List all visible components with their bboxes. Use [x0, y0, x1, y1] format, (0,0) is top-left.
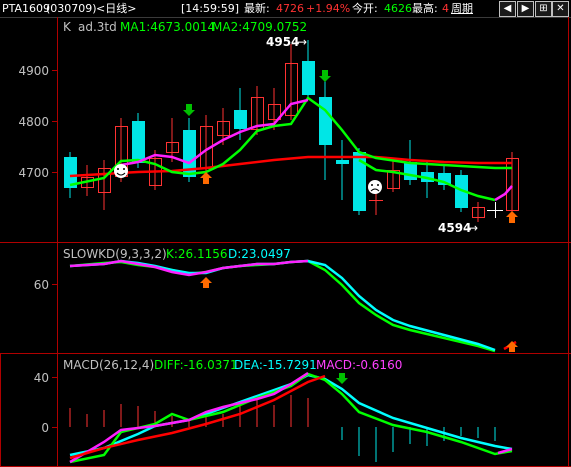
ma1-line-early	[120, 98, 309, 167]
macd-y-tick-0: 0	[41, 421, 49, 435]
down-arrow-signal-icon	[319, 70, 331, 82]
up-arrow-signal-icon	[506, 211, 518, 223]
macd-title: MACD(26,12,4) DIFF:-16.0371 DEA:-15.7291…	[63, 358, 402, 372]
macd-y-axis: 40 0	[34, 371, 57, 435]
frown-face-icon	[368, 180, 382, 194]
y-tick-4900: 4900	[18, 64, 49, 78]
candlesticks	[64, 40, 519, 222]
main-title: K ad.3td MA1:4673.0014 MA2:4709.0752	[63, 20, 307, 34]
crosshair-icon	[487, 202, 503, 218]
kd-k-line	[69, 259, 496, 353]
high-marker-arrow: →	[297, 35, 307, 49]
kd-d-line	[69, 259, 496, 352]
main-y-axis: 4900 4800 4700	[18, 64, 57, 180]
kd-y-tick-60: 60	[34, 278, 49, 292]
y-tick-4800: 4800	[18, 115, 49, 129]
down-arrow-signal-icon	[183, 104, 195, 116]
macd-y-tick-40: 40	[34, 371, 49, 385]
smile-face-icon	[114, 164, 128, 178]
chart-area[interactable]: 4900 4800 4700 60 40 0 K ad.3td MA1:4673…	[0, 0, 571, 467]
down-arrow-signal-icon	[336, 373, 348, 384]
low-price-marker: 4594	[438, 221, 471, 235]
low-marker-arrow: →	[468, 221, 478, 235]
kd-y-axis: 60	[34, 278, 57, 292]
high-price-marker: 4954	[266, 35, 299, 49]
y-tick-4700: 4700	[18, 166, 49, 180]
ma1-line-late	[494, 185, 513, 202]
kd-title: SLOWKD(9,3,3,2) K:26.1156 D:23.0497	[63, 247, 291, 261]
up-arrow-signal-icon	[200, 277, 212, 288]
up-arrow-signal-icon	[200, 172, 212, 184]
